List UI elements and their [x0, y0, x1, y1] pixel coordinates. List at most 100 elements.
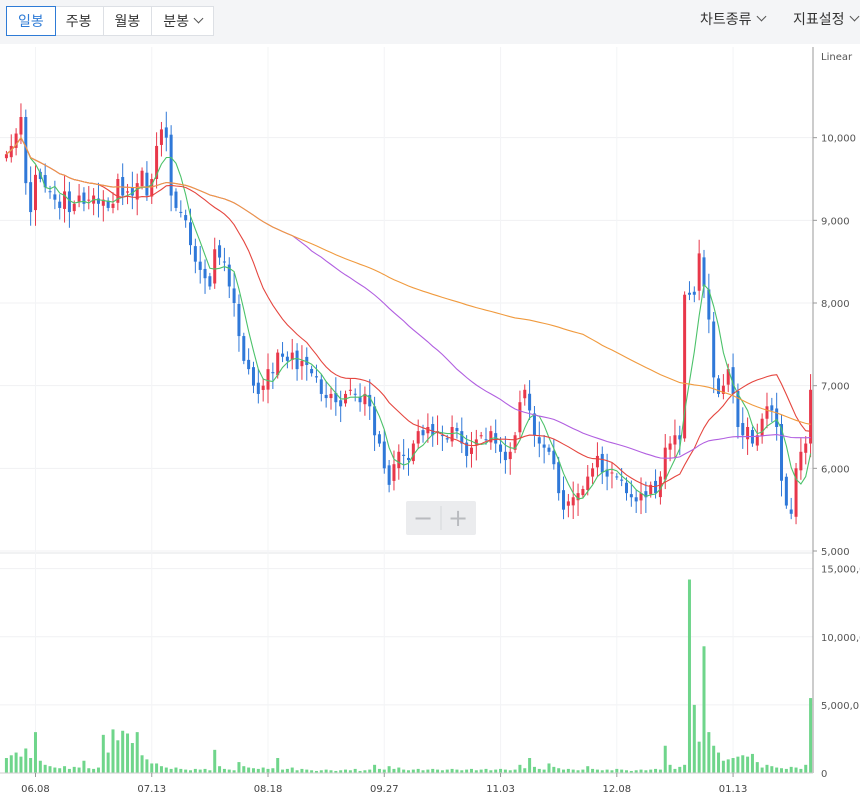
- candle-body: [121, 177, 125, 196]
- volume-bar: [649, 769, 653, 773]
- volume-bar: [150, 763, 154, 773]
- tab-weekly[interactable]: 주봉: [55, 7, 104, 35]
- volume-bar: [552, 766, 556, 773]
- volume-bar: [126, 733, 130, 773]
- stock-chart[interactable]: 10,000 9,000 8,000 7,000 6,000 5,000 15,000,0 1…: [0, 44, 860, 801]
- chart-background: [0, 44, 860, 801]
- volume-bar: [169, 768, 173, 773]
- candle-body: [770, 405, 774, 411]
- volume-bar: [712, 745, 716, 773]
- volume-bar: [687, 579, 691, 773]
- candle-body: [314, 376, 318, 378]
- candle-body: [324, 394, 328, 399]
- volume-bar: [101, 734, 105, 773]
- volume-bar: [58, 768, 62, 773]
- volume-bar: [469, 768, 473, 773]
- candle-body: [702, 257, 706, 287]
- candle-body: [377, 434, 381, 444]
- zoom-in-button[interactable]: +: [448, 504, 468, 532]
- scale-label[interactable]: Linear: [821, 52, 853, 63]
- volume-bar: [484, 768, 488, 773]
- candle-body: [174, 191, 178, 208]
- volume-bar: [159, 766, 163, 773]
- candle-body: [348, 389, 352, 391]
- volume-bar: [67, 768, 71, 773]
- candle-body: [237, 303, 241, 337]
- volume-bar: [658, 769, 662, 773]
- candle-body: [804, 443, 808, 453]
- candle-body: [692, 291, 696, 295]
- tab-monthly[interactable]: 월봉: [104, 7, 153, 35]
- candle-body: [746, 427, 750, 440]
- indicator-settings-menu[interactable]: 지표설정: [793, 9, 859, 29]
- volume-bar: [213, 749, 217, 773]
- time-tick-label: 11.03: [486, 784, 515, 795]
- candle-body: [469, 447, 473, 454]
- volume-bar: [402, 769, 406, 773]
- volume-bar: [707, 732, 711, 773]
- volume-bar: [741, 755, 745, 773]
- volume-bar: [789, 766, 793, 773]
- volume-bar: [218, 766, 222, 773]
- volume-bar: [261, 767, 265, 773]
- chevron-down-icon: [849, 11, 859, 22]
- zoom-out-button[interactable]: −: [413, 504, 433, 532]
- candle-body: [610, 472, 614, 474]
- volume-bar: [562, 769, 566, 773]
- candle-body: [300, 360, 304, 367]
- volume-bar: [692, 704, 696, 773]
- volume-bar: [736, 756, 740, 773]
- volume-bar: [29, 758, 33, 773]
- candle-body: [63, 191, 67, 209]
- candle-body: [620, 479, 624, 481]
- volume-bar: [765, 764, 769, 773]
- volume-bar: [53, 767, 57, 773]
- candle-body: [397, 451, 401, 469]
- tab-daily[interactable]: 일봉: [6, 6, 56, 36]
- candle-body: [189, 222, 193, 246]
- chart-grid: [0, 44, 860, 801]
- candle-body: [784, 476, 788, 506]
- candle-body: [247, 359, 251, 370]
- candle-body: [266, 369, 270, 390]
- volume-tick-label: 0: [821, 769, 827, 780]
- tab-minute[interactable]: 분봉: [152, 7, 213, 35]
- time-tick-label: 01.13: [719, 784, 748, 795]
- volume-bar: [804, 764, 808, 773]
- volume-bar: [237, 762, 241, 773]
- candle-body: [615, 476, 619, 478]
- volume-bar: [784, 768, 788, 773]
- volume-tick-label: 10,000,0: [821, 633, 860, 644]
- volume-bar: [242, 766, 246, 773]
- volume-bar: [251, 768, 255, 773]
- candle-body: [387, 465, 391, 485]
- volume-bar: [426, 769, 430, 773]
- volume-tick-label: 15,000,0: [821, 565, 860, 576]
- volume-bar: [755, 762, 759, 773]
- volume-bar: [780, 768, 784, 773]
- volume-bar: [513, 769, 517, 773]
- volume-bar: [4, 758, 8, 773]
- candle-body: [566, 501, 570, 506]
- candle-body: [285, 356, 289, 361]
- candle-body: [523, 389, 527, 399]
- candle-body: [775, 408, 779, 427]
- candle-body: [319, 379, 323, 394]
- price-tick-label: 10,000: [821, 134, 856, 145]
- time-tick-label: 12.08: [602, 784, 631, 795]
- volume-bar: [431, 768, 435, 773]
- volume-bar: [654, 768, 658, 773]
- volume-bar: [465, 769, 469, 773]
- volume-bar: [82, 760, 86, 773]
- volume-bar: [392, 768, 396, 773]
- volume-bar: [276, 758, 280, 773]
- volume-bar: [116, 740, 120, 773]
- volume-bar: [581, 769, 585, 773]
- chart-type-menu[interactable]: 차트종류: [700, 9, 766, 29]
- volume-bar: [663, 745, 667, 773]
- price-tick-label: 5,000: [821, 547, 850, 558]
- volume-bar: [683, 764, 687, 773]
- volume-bar: [416, 768, 420, 773]
- volume-bar: [38, 760, 42, 773]
- volume-bar: [615, 768, 619, 773]
